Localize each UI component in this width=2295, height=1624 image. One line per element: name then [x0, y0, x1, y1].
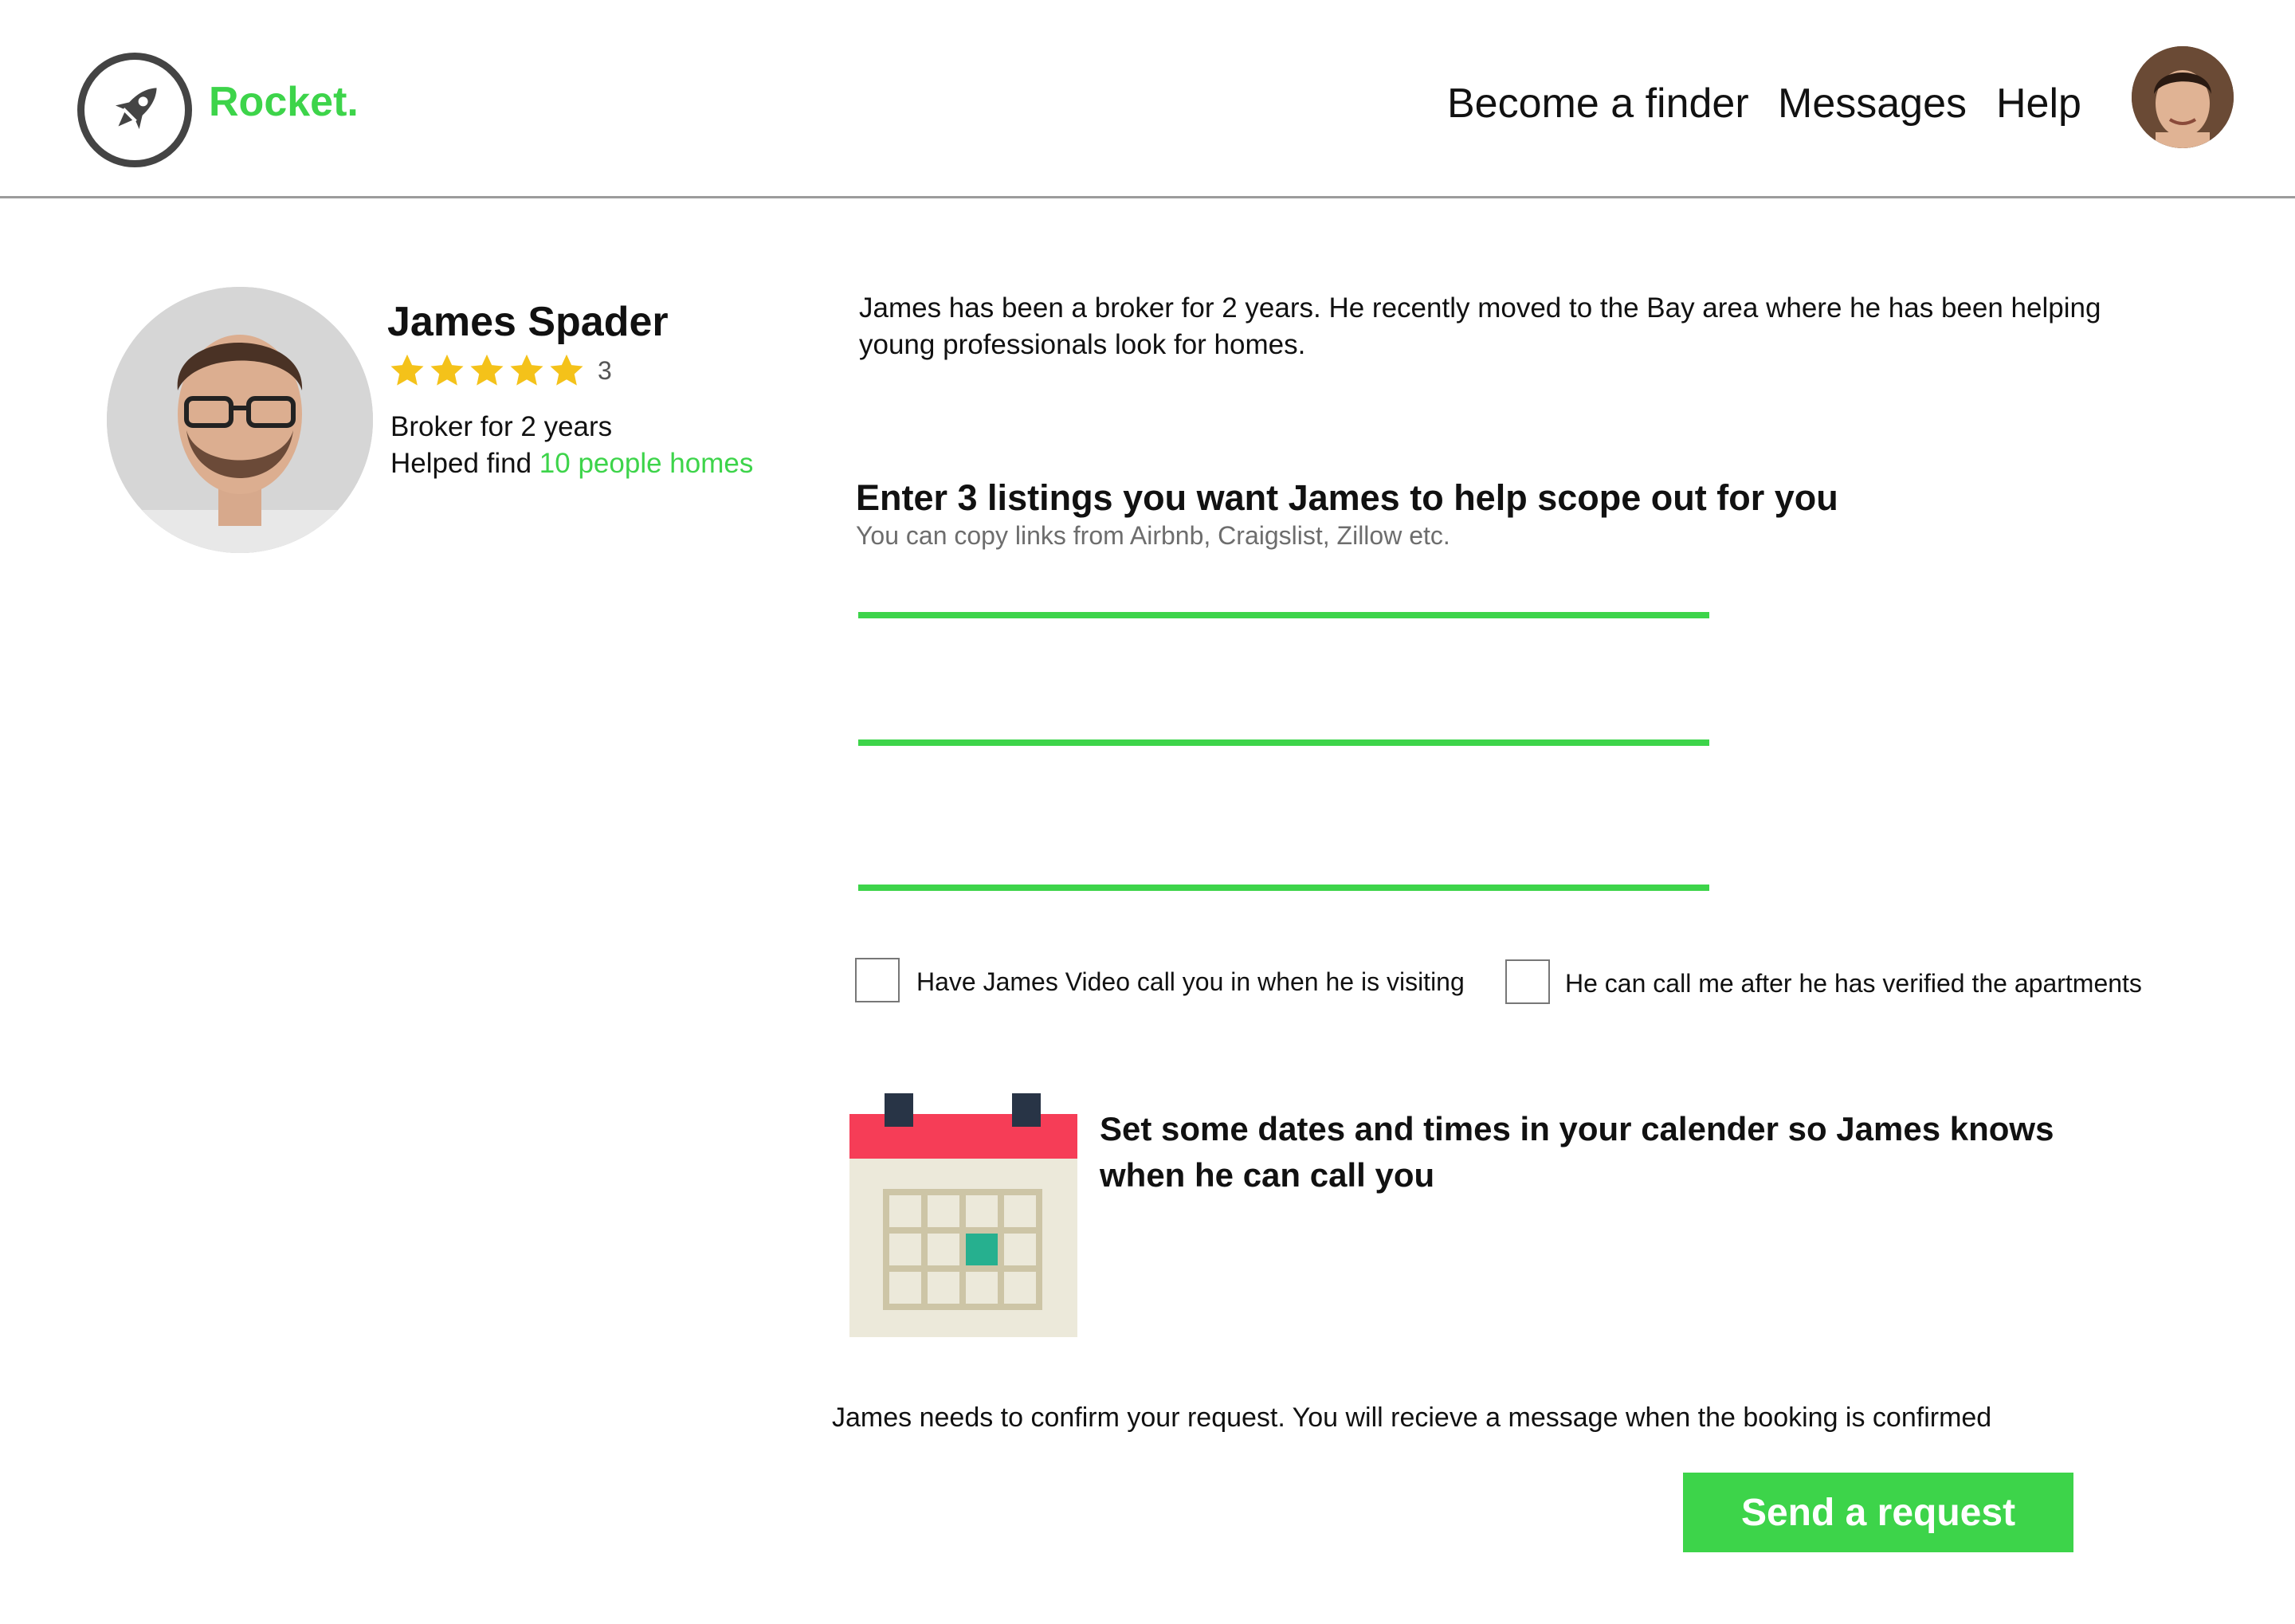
star-icon — [430, 354, 464, 386]
profile-photo — [107, 287, 373, 553]
helped-homes-link[interactable]: 10 people homes — [539, 448, 754, 479]
star-icon — [470, 354, 504, 386]
listing-input-1[interactable] — [858, 571, 1709, 618]
calendar-icon[interactable] — [849, 1093, 1077, 1341]
call-after-verify-label[interactable]: He can call me after he has verified the… — [1565, 971, 2142, 996]
listings-title: Enter 3 listings you want James to help … — [856, 477, 1838, 518]
send-request-button[interactable]: Send a request — [1683, 1473, 2073, 1552]
helped-prefix: Helped find — [390, 448, 539, 479]
calendar-instruction: Set some dates and times in your calende… — [1100, 1110, 2054, 1194]
nav-messages[interactable]: Messages — [1778, 83, 1967, 124]
helped-text: Helped find 10 people homes — [390, 449, 753, 477]
video-call-label[interactable]: Have James Video call you in when he is … — [916, 969, 1465, 994]
call-after-verify-checkbox[interactable] — [1505, 959, 1550, 1004]
top-navigation-bar: Rocket. Become a finder Messages Help — [0, 0, 2295, 198]
rating-stars: 3 — [389, 352, 612, 389]
listings-subtitle: You can copy links from Airbnb, Craigsli… — [856, 521, 1450, 550]
listing-input-2[interactable] — [858, 698, 1709, 746]
brand-name[interactable]: Rocket. — [209, 81, 359, 123]
broker-bio: James has been a broker for 2 years. He … — [859, 292, 2101, 360]
star-icon — [510, 354, 543, 386]
listing-input-3[interactable] — [858, 843, 1709, 891]
video-call-checkbox[interactable] — [855, 958, 900, 1002]
rating-count: 3 — [598, 355, 612, 385]
nav-help[interactable]: Help — [1996, 83, 2081, 124]
user-avatar[interactable] — [2132, 46, 2234, 148]
nav-become-finder[interactable]: Become a finder — [1447, 83, 1749, 124]
star-icon — [390, 354, 424, 386]
star-icon — [550, 354, 583, 386]
rocket-icon[interactable] — [77, 53, 192, 167]
confirmation-note: James needs to confirm your request. You… — [832, 1402, 1992, 1433]
experience-text: Broker for 2 years — [390, 411, 613, 442]
profile-name: James Spader — [387, 299, 669, 345]
